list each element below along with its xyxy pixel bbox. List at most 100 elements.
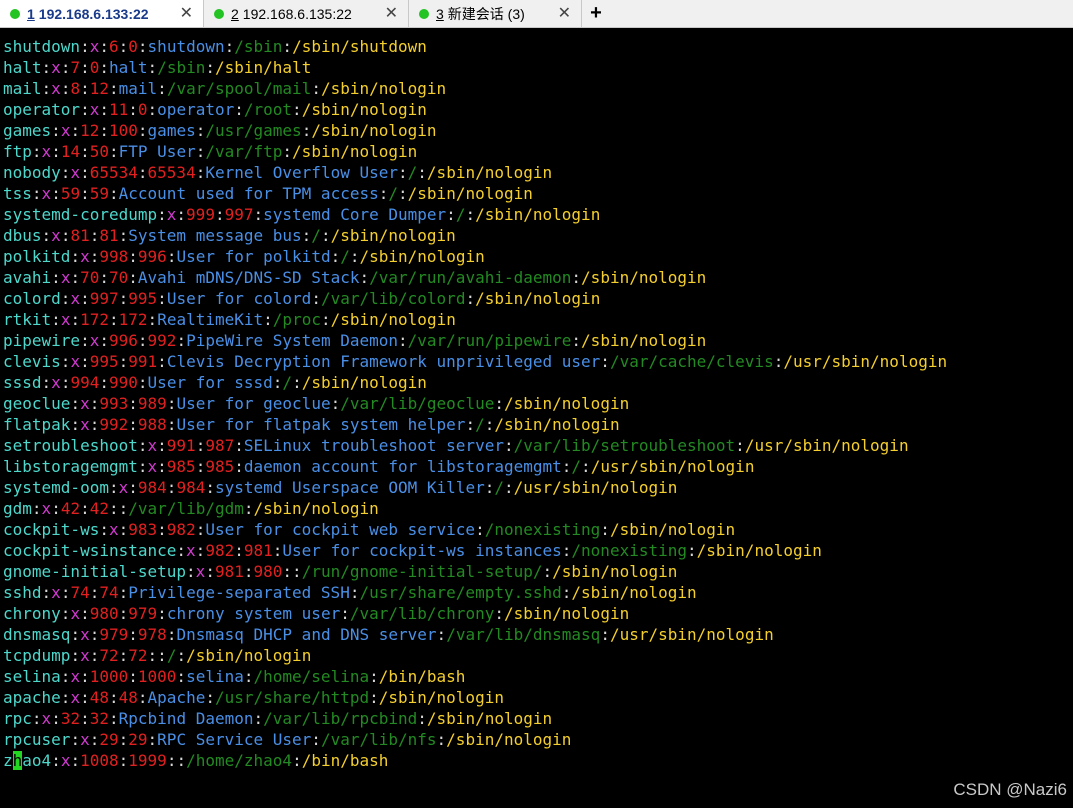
field-separator: :: [157, 352, 167, 371]
field-separator: :: [311, 289, 321, 308]
passwd-password: x: [70, 352, 81, 371]
field-separator: :: [128, 625, 138, 644]
field-separator: :: [186, 562, 196, 581]
passwd-gecos: System message bus: [128, 226, 302, 245]
passwd-gid: 74: [99, 583, 119, 602]
tab-session-3[interactable]: 3 新建会话 (3) ✕: [409, 0, 582, 27]
field-separator: :: [41, 373, 52, 392]
field-separator: :: [89, 583, 100, 602]
passwd-password: x: [60, 268, 71, 287]
passwd-shell: /sbin/nologin: [503, 604, 630, 623]
passwd-username: setroubleshoot: [3, 436, 138, 455]
passwd-gid: 70: [109, 268, 129, 287]
passwd-gecos: Kernel Overflow User: [205, 163, 398, 182]
field-separator: :: [176, 646, 187, 665]
passwd-gecos: daemon account for libstoragemgmt: [243, 457, 562, 476]
field-separator: :: [195, 121, 206, 140]
passwd-username: libstoragemgmt: [3, 457, 138, 476]
passwd-username: gnome-initial-setup: [3, 562, 187, 581]
terminal-line: shutdown:x:6:0:shutdown:/sbin:/sbin/shut…: [3, 36, 947, 57]
passwd-gecos: Rpcbind Daemon: [118, 709, 254, 728]
field-separator: :: [561, 457, 572, 476]
close-tab-icon[interactable]: ✕: [180, 3, 193, 23]
terminal-line: clevis:x:995:991:Clevis Decryption Frame…: [3, 351, 947, 372]
field-separator: :: [147, 100, 158, 119]
field-separator: :: [253, 205, 264, 224]
field-separator: :: [118, 499, 129, 518]
field-separator: :: [465, 289, 476, 308]
terminal-line: setroubleshoot:x:991:987:SELinux trouble…: [3, 435, 947, 456]
passwd-shell: /bin/bash: [301, 751, 389, 770]
field-separator: :: [118, 352, 129, 371]
tab-session-1[interactable]: 1 192.168.6.133:22 ✕: [0, 0, 204, 27]
passwd-gid: 59: [89, 184, 109, 203]
passwd-username: zhao4: [3, 751, 52, 770]
passwd-password: x: [118, 478, 129, 497]
passwd-password: x: [41, 709, 52, 728]
add-tab-button[interactable]: +: [582, 0, 610, 27]
passwd-home: /var/lib/chrony: [349, 604, 495, 623]
passwd-shell: /sbin/nologin: [407, 184, 533, 203]
passwd-gecos: User for flatpak system helper: [176, 415, 466, 434]
field-separator: :: [369, 667, 379, 686]
field-separator: :: [137, 331, 148, 350]
field-separator: :: [292, 751, 302, 770]
tab-session-2[interactable]: 2 192.168.6.135:22 ✕: [204, 0, 409, 27]
passwd-uid: 991: [166, 436, 196, 455]
terminal-line: chrony:x:980:979:chrony system user:/var…: [3, 603, 947, 624]
passwd-uid: 999: [186, 205, 215, 224]
terminal-output[interactable]: shutdown:x:6:0:shutdown:/sbin:/sbin/shut…: [3, 36, 947, 771]
field-separator: :: [484, 415, 495, 434]
passwd-gecos: Privilege-separated SSH: [128, 583, 350, 602]
terminal-line: nobody:x:65534:65534:Kernel Overflow Use…: [3, 162, 947, 183]
passwd-password: x: [60, 121, 71, 140]
field-separator: :: [89, 646, 100, 665]
field-separator: :: [330, 247, 341, 266]
passwd-password: x: [166, 205, 177, 224]
passwd-password: x: [108, 520, 119, 539]
field-separator: :: [166, 415, 177, 434]
passwd-shell: /sbin/nologin: [475, 205, 601, 224]
field-separator: :: [118, 226, 129, 245]
terminal-line: polkitd:x:998:996:User for polkitd:/:/sb…: [3, 246, 947, 267]
passwd-shell: /sbin/nologin: [426, 709, 553, 728]
passwd-gecos: RealtimeKit: [157, 310, 264, 329]
terminal-line: dnsmasq:x:979:978:Dnsmasq DHCP and DNS s…: [3, 624, 947, 645]
field-separator: :: [70, 751, 81, 770]
passwd-password: x: [70, 289, 81, 308]
close-tab-icon[interactable]: ✕: [385, 3, 398, 23]
passwd-home: /var/lib/geoclue: [340, 394, 495, 413]
field-separator: :: [31, 709, 42, 728]
passwd-gecos: Clevis Decryption Framework unprivileged…: [166, 352, 601, 371]
field-separator: :: [109, 142, 119, 161]
field-separator: :: [195, 520, 206, 539]
field-separator: :: [224, 37, 235, 56]
passwd-password: x: [51, 226, 61, 245]
field-separator: :: [128, 100, 138, 119]
passwd-uid: 997: [89, 289, 119, 308]
field-separator: :: [99, 100, 109, 119]
field-separator: :: [80, 37, 90, 56]
field-separator: :: [60, 352, 71, 371]
passwd-gid: 989: [137, 394, 167, 413]
field-separator: :: [60, 58, 71, 77]
field-separator: :: [80, 100, 90, 119]
passwd-username: pipewire: [3, 331, 81, 350]
field-separator: :: [118, 37, 129, 56]
passwd-gecos: User for geoclue: [176, 394, 331, 413]
field-separator: :: [176, 205, 187, 224]
passwd-password: x: [186, 541, 196, 560]
field-separator: :: [89, 226, 100, 245]
field-separator: :: [600, 520, 610, 539]
field-separator: :: [292, 100, 302, 119]
passwd-username: polkitd: [3, 247, 71, 266]
field-separator: :: [60, 667, 71, 686]
field-separator: :: [70, 247, 81, 266]
close-tab-icon[interactable]: ✕: [558, 3, 571, 23]
terminal-line: pipewire:x:996:992:PipeWire System Daemo…: [3, 330, 947, 351]
passwd-username: cockpit-ws: [3, 520, 100, 539]
field-separator: :: [503, 436, 514, 455]
passwd-shell: /sbin/nologin: [378, 688, 504, 707]
passwd-username: dbus: [3, 226, 42, 245]
passwd-home: /usr/share/httpd: [214, 688, 370, 707]
